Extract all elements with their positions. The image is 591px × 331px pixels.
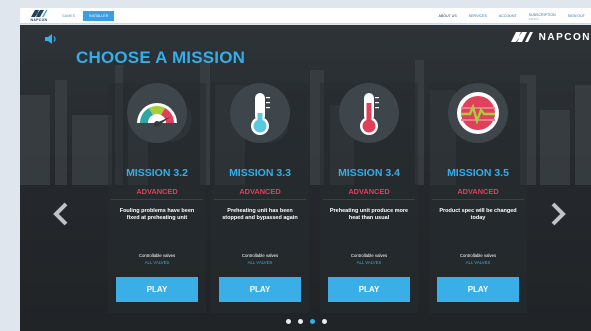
brand-text: NAPCON: [538, 31, 591, 43]
tab-games[interactable]: GAMES: [56, 11, 81, 21]
valves-value: ALL VALVES: [144, 260, 170, 265]
valves-label: Controllable valves: [241, 253, 279, 258]
mission-select-panel: NAPCON CHOOSE A MISSION MISSION 3.2 ADVA…: [20, 25, 591, 331]
valves-value: ALL VALVES: [465, 260, 491, 265]
divider: [432, 199, 524, 200]
mission-description: Preheating unit produce more heat than u…: [329, 208, 409, 221]
pagination-dot[interactable]: [286, 319, 291, 324]
mission-icon-badge: [127, 83, 187, 143]
chevron-left-icon[interactable]: [51, 202, 71, 226]
pagination-dot[interactable]: [298, 319, 303, 324]
mission-level: ADVANCED: [348, 187, 390, 196]
chevron-right-icon[interactable]: [548, 202, 568, 226]
play-button[interactable]: PLAY: [116, 277, 198, 302]
speaker-icon[interactable]: [44, 33, 58, 45]
thermometer-hot-icon: [360, 93, 379, 135]
pagination-dot-active[interactable]: [310, 319, 315, 324]
nav-subscription[interactable]: Subscription status: [523, 11, 562, 21]
nav-account[interactable]: ACCOUNT: [493, 8, 523, 24]
divider: [214, 199, 306, 200]
page-title: CHOOSE A MISSION: [76, 48, 246, 67]
pagination-dot[interactable]: [322, 319, 327, 324]
tab-installer[interactable]: INSTALLER: [82, 10, 115, 21]
site-logo[interactable]: NAPCON: [24, 8, 54, 24]
divider: [111, 199, 203, 200]
mission-name: MISSION 3.4: [338, 167, 400, 179]
valves-label: Controllable valves: [138, 253, 176, 258]
mission-level: ADVANCED: [239, 187, 281, 196]
play-button[interactable]: PLAY: [219, 277, 301, 302]
nav-about-us[interactable]: ABOUT US: [432, 8, 462, 24]
mission-card: MISSION 3.2 ADVANCED Fouling problems ha…: [108, 83, 206, 313]
mission-description: Product spec will be changed today: [439, 208, 517, 221]
play-button[interactable]: PLAY: [437, 277, 519, 302]
mission-icon-badge: [230, 83, 290, 143]
nav-subscription-label: Subscription: [528, 12, 556, 17]
site-header: NAPCON GAMES INSTALLER ABOUT US SERVICES…: [20, 8, 591, 24]
mission-name: MISSION 3.2: [126, 167, 188, 179]
site-nav: ABOUT US SERVICES ACCOUNT Subscription s…: [432, 8, 591, 24]
site-logo-text: NAPCON: [30, 18, 48, 22]
brand-logo: NAPCON: [510, 31, 591, 43]
mission-name: MISSION 3.5: [447, 167, 509, 179]
valves-value: ALL VALVES: [356, 260, 382, 265]
thermometer-cold-icon: [251, 93, 270, 135]
play-button[interactable]: PLAY: [328, 277, 410, 302]
mission-icon-badge: [339, 83, 399, 143]
divider: [323, 199, 415, 200]
valves-label: Controllable valves: [459, 253, 497, 258]
valves-label: Controllable valves: [350, 253, 388, 258]
valves-value: ALL VALVES: [247, 260, 273, 265]
mission-card: MISSION 3.3 ADVANCED Preheating unit has…: [211, 83, 309, 313]
mission-description: Fouling problems have been fixed at preh…: [119, 208, 195, 221]
mission-card: MISSION 3.5 ADVANCED Product spec will b…: [429, 83, 527, 313]
mission-card: MISSION 3.4 ADVANCED Preheating unit pro…: [320, 83, 418, 313]
mission-description: Preheating unit has been stopped and byp…: [222, 208, 298, 221]
gauge-icon: [137, 103, 177, 127]
pagination-dots: [286, 319, 327, 324]
mission-level: ADVANCED: [457, 187, 499, 196]
nav-subscription-sub: status: [528, 17, 539, 21]
signal-wave-icon: [457, 92, 499, 134]
nav-services[interactable]: SERVICES: [463, 8, 493, 24]
nav-sign-out[interactable]: Sign out: [562, 8, 591, 24]
napcon-logo-icon: [31, 10, 48, 17]
mission-icon-badge: [448, 83, 508, 143]
napcon-logo-icon: [510, 32, 533, 42]
mission-level: ADVANCED: [136, 187, 178, 196]
mission-name: MISSION 3.3: [229, 167, 291, 179]
